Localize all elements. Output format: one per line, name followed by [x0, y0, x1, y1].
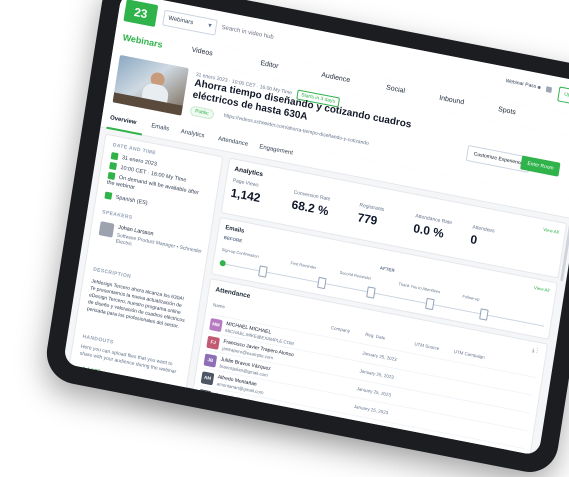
- add-file-label: Add File: [81, 366, 104, 377]
- emails-title: Emails: [224, 225, 245, 235]
- tab-attendance[interactable]: Attendance: [218, 136, 249, 148]
- tab-emails[interactable]: Emails: [151, 123, 170, 132]
- description-section-heading: DESCRIPTION: [92, 266, 132, 280]
- nav-item-inbound[interactable]: Inbound: [439, 95, 465, 107]
- avatar: MM: [209, 317, 223, 333]
- column-header[interactable]: Company: [331, 325, 351, 334]
- attendee-reg-date: January 25, 2023: [356, 386, 392, 398]
- speaker-role: Software Product Manager • Schneider Ele…: [115, 232, 203, 255]
- timeline-start-dot: [219, 259, 227, 267]
- nav-item-editor[interactable]: Editor: [260, 60, 279, 70]
- tab-analytics[interactable]: Analytics: [180, 129, 205, 140]
- handouts-hint: Here you can upload files that you want …: [79, 343, 177, 376]
- speakers-section-heading: SPEAKERS: [101, 209, 133, 222]
- email-step-4[interactable]: [425, 297, 435, 311]
- webinar-description: Jefdesign Tercero ahora alcanza los 630A…: [86, 278, 186, 330]
- tablet-frame: 23 Webinars ▾ Search in video hub Webina…: [42, 0, 569, 477]
- email-step-label: Thank You to Attendees: [398, 281, 441, 295]
- enter-room-button[interactable]: Enter Room: [520, 155, 561, 177]
- globe-icon: [104, 191, 113, 200]
- attendee-reg-date: January 25, 2023: [359, 368, 395, 380]
- attendee-reg-date: January 25, 2023: [350, 421, 386, 434]
- metric-registrants: Registrants 779: [356, 202, 384, 229]
- column-header[interactable]: Reg. Date: [365, 332, 386, 341]
- email-step-1[interactable]: [258, 265, 268, 278]
- language-value: Spanish (ES): [115, 194, 148, 207]
- tab-engagement[interactable]: Engagement: [259, 144, 293, 156]
- language-row: Spanish (ES): [104, 191, 148, 207]
- attendee-reg-date: January 25, 2023: [361, 350, 397, 363]
- email-step-3[interactable]: [366, 286, 376, 299]
- email-step-label: Follow-up: [462, 293, 480, 302]
- avatar: AM: [200, 371, 215, 386]
- visibility-toggle[interactable]: Public: [189, 105, 215, 120]
- column-header[interactable]: UTM Campaign: [453, 349, 485, 360]
- chevron-down-icon: ▾: [207, 22, 213, 30]
- tab-overview[interactable]: Overview: [110, 115, 137, 126]
- video-icon: [107, 171, 116, 181]
- webinar-thumbnail[interactable]: [112, 54, 189, 116]
- emails-view-all-link[interactable]: View All: [534, 285, 550, 293]
- metric-value: 779: [356, 210, 379, 228]
- nav-brand[interactable]: Webinars: [122, 32, 163, 50]
- workspace-switcher-label: Webinars: [167, 15, 194, 27]
- app-logo[interactable]: 23: [123, 0, 159, 28]
- metric-conversion-rate: Conversion Rate 68.2 %: [291, 190, 331, 219]
- add-file-button[interactable]: + Add File: [77, 365, 104, 376]
- avatar: FJ: [206, 335, 220, 350]
- attendance-title: Attendance: [214, 286, 251, 300]
- email-step-label: Sign-up Confirmation: [221, 246, 260, 259]
- upgrade-button[interactable]: Upgrade: [556, 86, 569, 108]
- metric-page-views: Page Views 1,142: [230, 178, 263, 205]
- analytics-view-all-link[interactable]: View All: [543, 227, 559, 235]
- calendar-icon: [110, 152, 119, 161]
- workspace-switcher[interactable]: Webinars ▾: [162, 9, 218, 36]
- emails-before-label: BEFORE: [223, 234, 243, 244]
- email-step-5[interactable]: [479, 308, 489, 321]
- attendee-reg-date: January 25, 2023: [353, 403, 389, 416]
- download-icon[interactable]: ⤓ ⋮: [531, 348, 539, 356]
- avatar[interactable]: [98, 221, 115, 238]
- nav-item-videos[interactable]: Videos: [191, 47, 213, 58]
- connection-section-heading: CONNECTION TEXT: [75, 377, 129, 394]
- tablet-mockup: 23 Webinars ▾ Search in video hub Webina…: [0, 0, 569, 477]
- metric-attendance-rate: Attendance Rate 0.0 %: [412, 213, 452, 242]
- clock-icon: [109, 161, 118, 171]
- nav-item-social[interactable]: Social: [386, 84, 406, 95]
- avatar: AH: [197, 389, 212, 404]
- analytics-title: Analytics: [233, 165, 264, 179]
- app-screen: 23 Webinars ▾ Search in video hub Webina…: [63, 0, 569, 456]
- email-step-2[interactable]: [317, 276, 327, 290]
- email-step-label: Second Reminder: [339, 269, 372, 281]
- metric-value: 0: [469, 232, 479, 248]
- email-step-label: First Reminder: [290, 260, 317, 271]
- column-header[interactable]: UTM Source: [414, 341, 440, 351]
- metric-attendees: Attendees 0: [469, 224, 495, 250]
- avatar: JB: [203, 353, 218, 368]
- nav-item-spots[interactable]: Spots: [498, 106, 517, 116]
- grid-icon[interactable]: ▦: [543, 84, 554, 96]
- column-header[interactable]: Name: [213, 302, 226, 309]
- status-text: Webinar Pass: [505, 78, 537, 90]
- emails-after-label: AFTER: [379, 265, 396, 274]
- nav-item-audience[interactable]: Audience: [321, 72, 351, 84]
